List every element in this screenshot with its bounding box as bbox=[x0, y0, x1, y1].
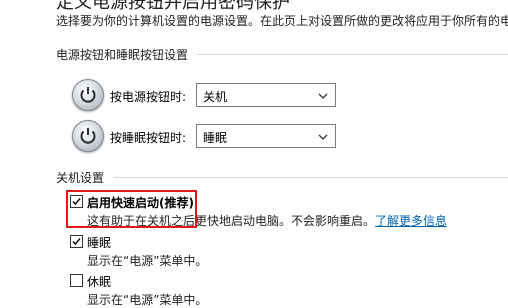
fast-startup-checkbox[interactable] bbox=[70, 195, 83, 208]
power-button-action-value: 关机 bbox=[203, 90, 228, 104]
hibernate-option-description: 显示在“电源”菜单中。 bbox=[87, 293, 208, 307]
section-divider bbox=[196, 54, 508, 55]
section-heading-shutdown: 关机设置 bbox=[56, 171, 105, 185]
chevron-down-icon bbox=[318, 90, 328, 104]
power-icon bbox=[72, 120, 104, 152]
sleep-option-label: 睡眠 bbox=[87, 236, 112, 250]
sleep-button-action-value: 睡眠 bbox=[203, 131, 228, 145]
sleep-checkbox[interactable] bbox=[70, 235, 83, 248]
power-button-label: 按电源按钮时: bbox=[110, 90, 187, 104]
sleep-option-description: 显示在“电源”菜单中。 bbox=[87, 254, 208, 268]
fast-startup-label: 启用快速启动(推荐) bbox=[87, 196, 194, 210]
sleep-button-label: 按睡眠按钮时: bbox=[110, 131, 187, 145]
chevron-down-icon bbox=[318, 131, 328, 145]
page-description: 选择要为你的计算机设置的电源设置。在此页上对设置所做的更改将应用于你所有的电 bbox=[56, 14, 508, 28]
hibernate-checkbox[interactable] bbox=[70, 274, 83, 287]
power-icon bbox=[72, 79, 104, 111]
learn-more-link[interactable]: 了解更多信息 bbox=[375, 214, 447, 228]
sleep-button-action-select[interactable]: 睡眠 bbox=[196, 124, 336, 148]
section-divider bbox=[114, 177, 508, 178]
power-button-action-select[interactable]: 关机 bbox=[196, 83, 336, 107]
hibernate-option-label: 休眠 bbox=[87, 275, 112, 289]
section-heading-buttons: 电源按钮和睡眠按钮设置 bbox=[56, 48, 189, 62]
fast-startup-description: 这有助于在关机之后更快地启动电脑。不会影响重启。了解更多信息 bbox=[87, 214, 448, 228]
